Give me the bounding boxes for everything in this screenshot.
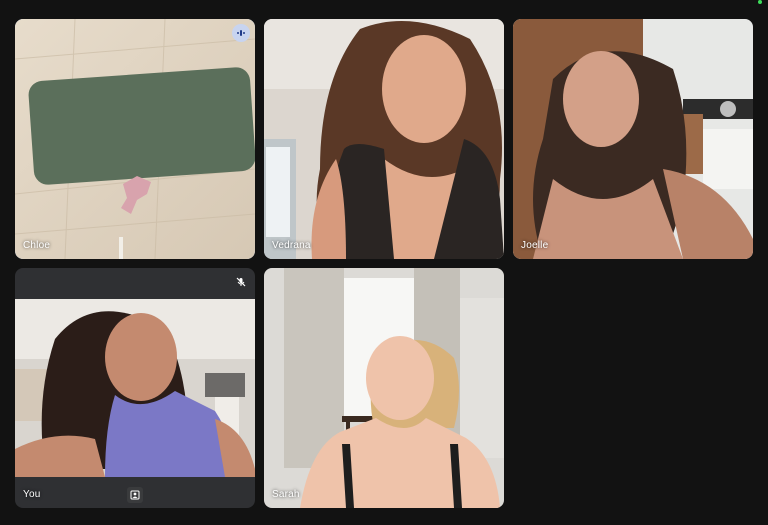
video-feed xyxy=(513,19,753,259)
participant-name: Sarah xyxy=(272,489,300,500)
participant-name: You xyxy=(23,489,41,500)
mic-off-icon[interactable] xyxy=(232,273,250,291)
participant-name: Joelle xyxy=(521,240,549,251)
participant-name: Vedrana xyxy=(272,240,311,251)
participant-tile-vedrana[interactable]: Vedrana xyxy=(264,19,504,259)
video-feed xyxy=(264,19,504,259)
recording-indicator xyxy=(758,0,762,4)
participant-tile-joelle[interactable]: Joelle xyxy=(513,19,753,259)
video-feed xyxy=(15,299,255,477)
participant-tile-sarah[interactable]: Sarah xyxy=(264,268,504,508)
participant-name: Chloe xyxy=(23,240,51,251)
participant-tile-self[interactable]: You xyxy=(15,268,255,508)
speaking-indicator-icon xyxy=(232,24,250,42)
video-feed xyxy=(15,19,255,259)
participant-tile-chloe[interactable]: Chloe xyxy=(15,19,255,259)
video-feed xyxy=(264,268,504,508)
self-view-icon[interactable] xyxy=(127,487,143,503)
